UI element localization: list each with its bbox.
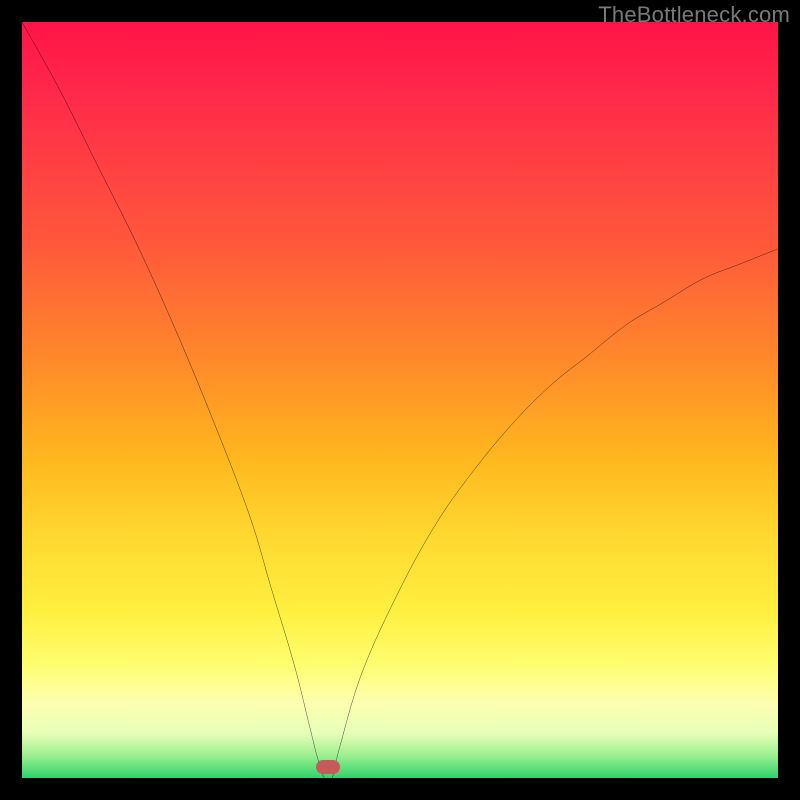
optimum-marker [316, 760, 340, 774]
chart-frame: TheBottleneck.com [0, 0, 800, 800]
curve-path [22, 22, 778, 782]
plot-area [22, 22, 778, 778]
watermark-text: TheBottleneck.com [598, 2, 790, 28]
bottleneck-curve [22, 22, 778, 778]
